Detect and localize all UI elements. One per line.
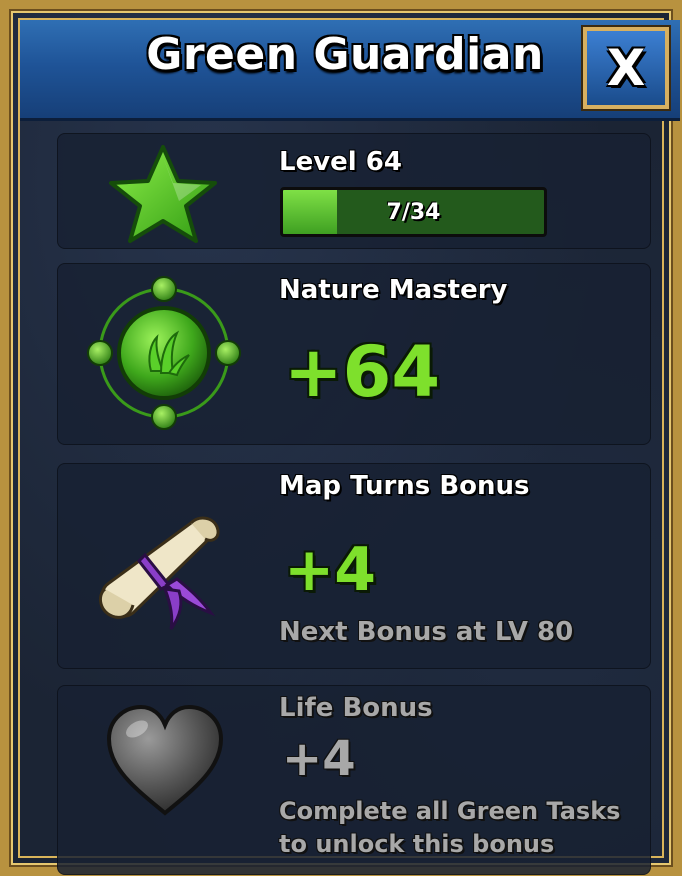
level-progress-text: 7/34 — [386, 199, 441, 225]
life-label: Life Bonus — [279, 693, 433, 723]
life-requirement: Complete all Green Tasks to unlock this … — [279, 797, 621, 858]
scroll-icon — [98, 516, 220, 630]
mastery-label: Nature Mastery — [279, 275, 508, 305]
close-icon: X — [606, 39, 646, 97]
mastery-value: +64 — [284, 331, 441, 413]
star-icon — [109, 145, 217, 243]
level-progress-bar: 7/34 — [280, 187, 547, 237]
close-button[interactable]: X — [581, 25, 671, 111]
life-value: +4 — [282, 731, 356, 787]
dialog-title: Green Guardian — [146, 29, 544, 80]
heart-icon — [106, 704, 224, 816]
map-turns-label: Map Turns Bonus — [279, 471, 530, 501]
level-label: Level 64 — [279, 147, 402, 177]
nature-orb-icon — [87, 276, 241, 430]
map-turns-next-bonus: Next Bonus at LV 80 — [279, 617, 574, 647]
dialog-frame: Green Guardian X Level 64 7/34 Nature Ma… — [0, 0, 682, 876]
map-turns-value: +4 — [284, 535, 377, 605]
